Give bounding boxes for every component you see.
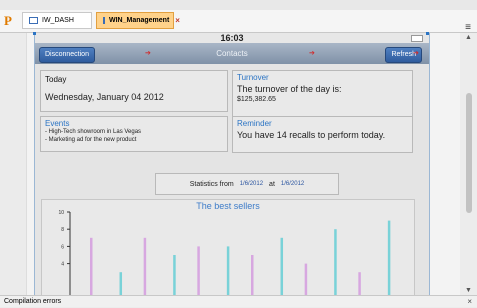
chart-bar (334, 229, 337, 295)
chart-bar (387, 220, 391, 295)
chart-bar (251, 255, 254, 295)
selection-handle[interactable] (33, 32, 36, 35)
today-date: Wednesday, January 04 2012 (45, 92, 164, 102)
battery-icon (411, 35, 423, 42)
from-date-field[interactable]: 1/6/2012 (240, 181, 263, 187)
tab-label: IW_DASH (42, 17, 74, 24)
chart-bar (173, 255, 176, 295)
arrow-icon: ➔ (309, 50, 315, 57)
phone-window: 16:03 Contacts Disconnection Refresh ➔ ➔… (34, 33, 430, 295)
scroll-up-icon[interactable]: ▲ (465, 34, 472, 41)
tab-win-management[interactable]: WIN_Management × (96, 12, 180, 29)
close-panel-icon[interactable]: × (467, 296, 472, 308)
tab-label: WIN_Management (109, 17, 170, 24)
y-tick-label: 4 (61, 262, 64, 268)
chart-bar (304, 263, 308, 295)
chart-bar (119, 272, 123, 295)
events-title: Events (45, 119, 70, 128)
at-label: at (269, 180, 275, 188)
turnover-text: The turnover of the day is: (237, 84, 342, 94)
chart-title: The best sellers (196, 201, 260, 211)
nav-bar: Contacts Disconnection Refresh ➔ ➔ ➔ (35, 43, 429, 64)
chart-bar (226, 246, 230, 295)
reminder-card: Reminder You have 14 recalls to perform … (232, 116, 413, 153)
vertical-ruler (0, 33, 27, 295)
events-card: Events - High-Tech showroom in Las Vegas… (40, 116, 228, 152)
tab-bar: P IW_DASH WIN_Management × ≡ (0, 10, 477, 33)
compilation-errors-label: Compilation errors (4, 298, 62, 305)
today-title: Today (45, 75, 67, 84)
turnover-value: $125,382.65 (237, 96, 276, 103)
status-time: 16:03 (220, 33, 244, 43)
turnover-title: Turnover (237, 73, 269, 82)
selection-handle[interactable] (426, 32, 429, 35)
best-sellers-chart: The best sellers 4 6 8 10 (41, 199, 415, 295)
chart-bar (143, 237, 147, 295)
scroll-down-icon[interactable]: ▼ (465, 287, 472, 294)
status-bar: 16:03 (35, 33, 429, 43)
statistics-label: Statistics from (189, 180, 234, 188)
chart-bar (90, 237, 93, 295)
app-logo-icon: P (4, 13, 12, 28)
compilation-errors-panel: Compilation errors × (0, 295, 477, 307)
window-icon (29, 17, 38, 24)
disconnection-button[interactable]: Disconnection (39, 47, 95, 63)
tab-iw-dash[interactable]: IW_DASH (22, 12, 92, 29)
y-tick-label: 8 (61, 227, 64, 233)
reminder-title: Reminder (237, 119, 272, 128)
window-icon (103, 17, 105, 24)
arrow-icon: ➔ (145, 50, 151, 57)
chart-svg: 46810 (58, 210, 391, 295)
editor-canvas: 16:03 Contacts Disconnection Refresh ➔ ➔… (0, 32, 460, 295)
event-item: - Marketing ad for the new product (45, 137, 137, 143)
menu-icon[interactable]: ≡ (465, 22, 471, 33)
close-tab-icon[interactable]: × (175, 16, 180, 25)
statistics-bar: Statistics from 1/6/2012 at 1/6/2012 (155, 173, 339, 195)
to-date-field[interactable]: 1/6/2012 (281, 181, 304, 187)
today-card: Today Wednesday, January 04 2012 (40, 70, 228, 112)
vertical-scrollbar[interactable]: ▲ ▼ (463, 33, 475, 295)
top-strip (0, 0, 477, 10)
reminder-text: You have 14 recalls to perform today. (237, 130, 386, 140)
chart-bar (280, 237, 284, 295)
scroll-thumb[interactable] (466, 93, 472, 213)
y-tick-label: 6 (61, 244, 64, 250)
chart-bar (197, 246, 200, 295)
event-item: - High-Tech showroom in Las Vegas (45, 129, 142, 135)
arrow-icon: ➔ (413, 50, 419, 57)
chart-bar (358, 272, 361, 295)
